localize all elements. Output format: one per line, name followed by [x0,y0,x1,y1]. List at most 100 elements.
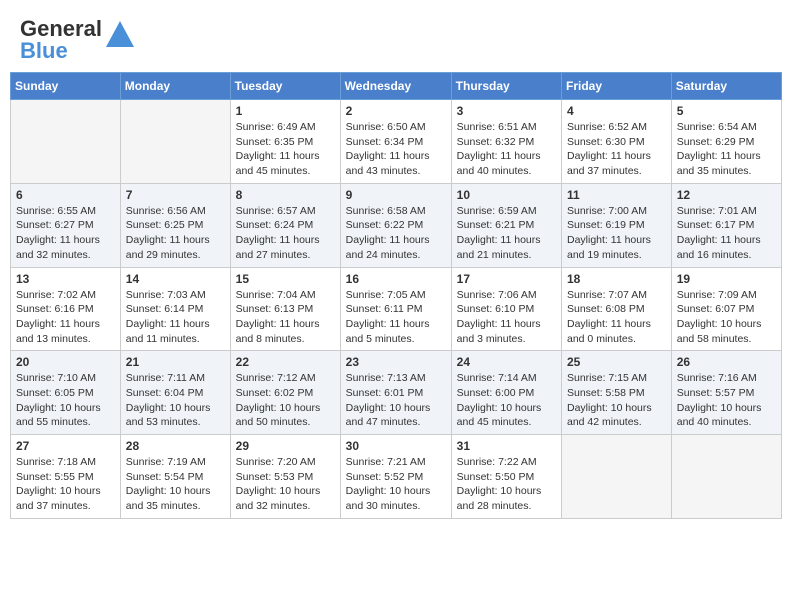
calendar-cell [671,435,781,519]
day-number: 9 [346,188,446,202]
calendar-cell: 30 Sunrise: 7:21 AM Sunset: 5:52 PM Dayli… [340,435,451,519]
day-number: 6 [16,188,115,202]
day-info: Sunrise: 7:21 AM Sunset: 5:52 PM Dayligh… [346,455,446,514]
calendar-cell: 27 Sunrise: 7:18 AM Sunset: 5:55 PM Dayli… [11,435,121,519]
calendar-week-row: 13 Sunrise: 7:02 AM Sunset: 6:16 PM Dayli… [11,267,782,351]
calendar-cell: 4Sunrise: 6:52 AM Sunset: 6:30 PM Daylig… [562,100,672,184]
day-info: Sunrise: 7:03 AM Sunset: 6:14 PM Dayligh… [126,288,225,347]
calendar-cell: 10 Sunrise: 6:59 AM Sunset: 6:21 PM Dayli… [451,183,561,267]
day-header-sunday: Sunday [11,73,121,100]
day-number: 22 [236,355,335,369]
calendar-cell: 14 Sunrise: 7:03 AM Sunset: 6:14 PM Dayli… [120,267,230,351]
day-number: 5 [677,104,776,118]
day-number: 19 [677,272,776,286]
calendar-cell: 2 Sunrise: 6:50 AM Sunset: 6:34 PM Daylig… [340,100,451,184]
day-info: Sunrise: 7:00 AM Sunset: 6:19 PM Dayligh… [567,204,666,263]
day-number: 12 [677,188,776,202]
calendar-cell: 24Sunrise: 7:14 AM Sunset: 6:00 PM Dayli… [451,351,561,435]
day-number: 31 [457,439,556,453]
calendar-cell: 25 Sunrise: 7:15 AM Sunset: 5:58 PM Dayli… [562,351,672,435]
calendar-cell [562,435,672,519]
day-header-tuesday: Tuesday [230,73,340,100]
calendar-cell: 7 Sunrise: 6:56 AM Sunset: 6:25 PM Daylig… [120,183,230,267]
calendar-cell: 29 Sunrise: 7:20 AM Sunset: 5:53 PM Dayli… [230,435,340,519]
day-info: Sunrise: 7:04 AM Sunset: 6:13 PM Dayligh… [236,288,335,347]
day-header-saturday: Saturday [671,73,781,100]
calendar-cell: 20Sunrise: 7:10 AM Sunset: 6:05 PM Dayli… [11,351,121,435]
calendar-cell: 8Sunrise: 6:57 AM Sunset: 6:24 PM Daylig… [230,183,340,267]
day-number: 29 [236,439,335,453]
day-header-monday: Monday [120,73,230,100]
day-number: 1 [236,104,335,118]
calendar-cell: 22Sunrise: 7:12 AM Sunset: 6:02 PM Dayli… [230,351,340,435]
calendar-cell: 23Sunrise: 7:13 AM Sunset: 6:01 PM Dayli… [340,351,451,435]
calendar-cell: 1 Sunrise: 6:49 AM Sunset: 6:35 PM Daylig… [230,100,340,184]
day-info: Sunrise: 7:07 AM Sunset: 6:08 PM Dayligh… [567,288,666,347]
day-header-wednesday: Wednesday [340,73,451,100]
day-info: Sunrise: 7:22 AM Sunset: 5:50 PM Dayligh… [457,455,556,514]
day-info: Sunrise: 7:05 AM Sunset: 6:11 PM Dayligh… [346,288,446,347]
day-number: 7 [126,188,225,202]
calendar-week-row: 20Sunrise: 7:10 AM Sunset: 6:05 PM Dayli… [11,351,782,435]
day-number: 28 [126,439,225,453]
calendar-header-row: SundayMondayTuesdayWednesdayThursdayFrid… [11,73,782,100]
day-info: Sunrise: 6:58 AM Sunset: 6:22 PM Dayligh… [346,204,446,263]
day-number: 27 [16,439,115,453]
day-info: Sunrise: 6:59 AM Sunset: 6:21 PM Dayligh… [457,204,556,263]
header: General Blue [10,10,782,66]
calendar-cell: 13 Sunrise: 7:02 AM Sunset: 6:16 PM Dayli… [11,267,121,351]
calendar-week-row: 1 Sunrise: 6:49 AM Sunset: 6:35 PM Daylig… [11,100,782,184]
day-info: Sunrise: 6:54 AM Sunset: 6:29 PM Dayligh… [677,120,776,179]
day-info: Sunrise: 6:51 AM Sunset: 6:32 PM Dayligh… [457,120,556,179]
day-number: 24 [457,355,556,369]
day-number: 30 [346,439,446,453]
day-number: 13 [16,272,115,286]
day-info: Sunrise: 6:49 AM Sunset: 6:35 PM Dayligh… [236,120,335,179]
calendar-cell: 5 Sunrise: 6:54 AM Sunset: 6:29 PM Daylig… [671,100,781,184]
day-number: 21 [126,355,225,369]
day-number: 15 [236,272,335,286]
calendar-cell: 11 Sunrise: 7:00 AM Sunset: 6:19 PM Dayli… [562,183,672,267]
day-info: Sunrise: 7:09 AM Sunset: 6:07 PM Dayligh… [677,288,776,347]
calendar-cell: 12 Sunrise: 7:01 AM Sunset: 6:17 PM Dayli… [671,183,781,267]
calendar-table: SundayMondayTuesdayWednesdayThursdayFrid… [10,72,782,519]
day-number: 20 [16,355,115,369]
day-number: 14 [126,272,225,286]
calendar-cell: 15 Sunrise: 7:04 AM Sunset: 6:13 PM Dayli… [230,267,340,351]
day-number: 23 [346,355,446,369]
day-info: Sunrise: 7:15 AM Sunset: 5:58 PM Dayligh… [567,371,666,430]
calendar-cell: 17 Sunrise: 7:06 AM Sunset: 6:10 PM Dayli… [451,267,561,351]
day-number: 17 [457,272,556,286]
logo-text: General Blue [20,18,102,62]
day-info: Sunrise: 7:18 AM Sunset: 5:55 PM Dayligh… [16,455,115,514]
day-info: Sunrise: 7:20 AM Sunset: 5:53 PM Dayligh… [236,455,335,514]
day-info: Sunrise: 6:57 AM Sunset: 6:24 PM Dayligh… [236,204,335,263]
calendar-week-row: 27 Sunrise: 7:18 AM Sunset: 5:55 PM Dayli… [11,435,782,519]
day-number: 26 [677,355,776,369]
day-number: 3 [457,104,556,118]
day-number: 18 [567,272,666,286]
day-number: 11 [567,188,666,202]
calendar-cell: 6Sunrise: 6:55 AM Sunset: 6:27 PM Daylig… [11,183,121,267]
logo: General Blue [20,18,136,62]
calendar-cell: 9 Sunrise: 6:58 AM Sunset: 6:22 PM Daylig… [340,183,451,267]
day-info: Sunrise: 7:06 AM Sunset: 6:10 PM Dayligh… [457,288,556,347]
calendar-cell: 16 Sunrise: 7:05 AM Sunset: 6:11 PM Dayli… [340,267,451,351]
calendar-week-row: 6Sunrise: 6:55 AM Sunset: 6:27 PM Daylig… [11,183,782,267]
calendar-cell: 19 Sunrise: 7:09 AM Sunset: 6:07 PM Dayli… [671,267,781,351]
day-number: 16 [346,272,446,286]
day-info: Sunrise: 6:50 AM Sunset: 6:34 PM Dayligh… [346,120,446,179]
day-info: Sunrise: 7:02 AM Sunset: 6:16 PM Dayligh… [16,288,115,347]
day-number: 4 [567,104,666,118]
day-number: 2 [346,104,446,118]
day-header-friday: Friday [562,73,672,100]
day-number: 25 [567,355,666,369]
logo-icon [104,19,136,51]
calendar-cell [120,100,230,184]
day-number: 10 [457,188,556,202]
calendar-cell: 26Sunrise: 7:16 AM Sunset: 5:57 PM Dayli… [671,351,781,435]
day-info: Sunrise: 7:01 AM Sunset: 6:17 PM Dayligh… [677,204,776,263]
calendar-cell [11,100,121,184]
day-info: Sunrise: 6:56 AM Sunset: 6:25 PM Dayligh… [126,204,225,263]
calendar-cell: 3 Sunrise: 6:51 AM Sunset: 6:32 PM Daylig… [451,100,561,184]
